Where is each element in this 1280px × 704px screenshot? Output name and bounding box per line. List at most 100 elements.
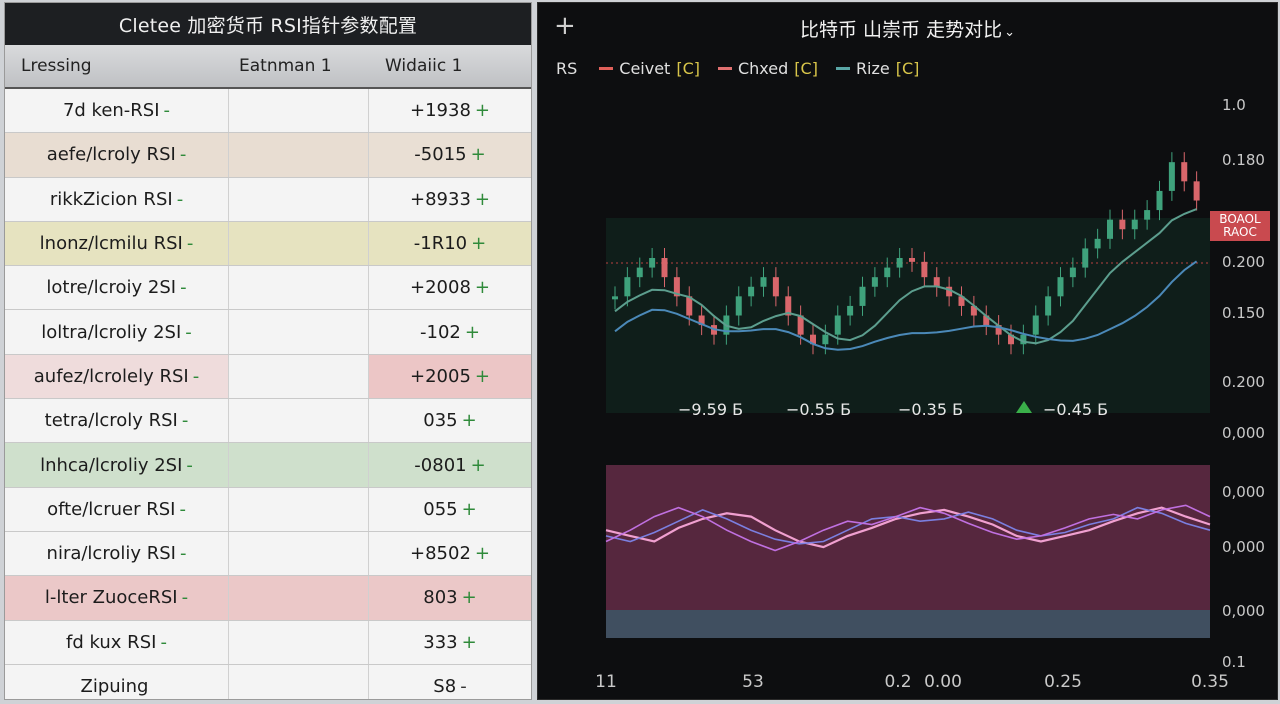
stepper-icon[interactable]: +: [462, 410, 477, 431]
candle-body: [896, 258, 903, 268]
indicator-name: aufez/lcrolely RSI -: [5, 354, 229, 399]
param1-cell[interactable]: [229, 177, 369, 221]
table-row[interactable]: ofte/lcruer RSI - 055 +: [5, 487, 531, 532]
y-tick-label: 0,000: [1222, 602, 1265, 620]
table-row[interactable]: lnonz/lcmilu RSI - -1R10 +: [5, 221, 531, 267]
candle-body: [909, 258, 915, 262]
indicator-name-text: tetra/lcroly RSI: [44, 410, 178, 432]
y-tick-label: 0.1: [1222, 653, 1246, 671]
indicator-name: l-lter ZuoceRSI -: [5, 576, 229, 620]
x-tick-label: 53: [742, 672, 764, 692]
param1-cell[interactable]: [229, 354, 369, 399]
param2-cell[interactable]: S8-: [369, 665, 531, 699]
param1-cell[interactable]: [229, 443, 369, 487]
stepper-icon[interactable]: +: [475, 366, 490, 387]
y-tick-label: 0.200: [1222, 373, 1265, 391]
name-suffix: -: [176, 188, 184, 210]
table-row[interactable]: nira/lcroliy RSI - +8502 +: [5, 531, 531, 577]
param2-cell[interactable]: +1938 +: [369, 89, 531, 132]
name-suffix: -: [180, 277, 187, 299]
candle-body: [1032, 315, 1039, 335]
stepper-icon[interactable]: +: [465, 322, 480, 343]
indicator-name: loltra/lcroliy 2SI -: [5, 310, 229, 354]
candle-body: [735, 296, 742, 316]
stepper-icon[interactable]: +: [475, 543, 490, 564]
stepper-icon[interactable]: +: [471, 455, 486, 476]
column-header-param2[interactable]: Widaiic 1: [375, 56, 531, 76]
stepper-icon[interactable]: +: [471, 144, 486, 165]
param2-cell[interactable]: 055 +: [369, 488, 531, 531]
panel-title: Cletee 加密货币 RSI指针参数配置: [5, 3, 531, 45]
table-row[interactable]: tetra/lcroly RSI - 035 +: [5, 399, 531, 444]
table-row[interactable]: loltra/lcroliy 2SI - -102 +: [5, 310, 531, 355]
price-rsi-chart[interactable]: BOAOLRAOC −9.59 Б −0.55 Б −0.35 Б −0.45 Б 1.0…: [538, 3, 1278, 700]
y-tick-label: 0.150: [1222, 304, 1265, 322]
column-header-param1[interactable]: Eatnman 1: [229, 56, 375, 76]
table-row[interactable]: rikkZicion RSI - +8933 +: [5, 177, 531, 222]
stepper-icon[interactable]: +: [462, 632, 477, 653]
name-suffix: -: [179, 498, 186, 520]
indicator-name: tetra/lcroly RSI -: [5, 399, 229, 443]
param2-cell[interactable]: 803 +: [369, 576, 531, 619]
column-header-name[interactable]: Lressing: [5, 56, 229, 76]
table-row[interactable]: 7d ken-RSI - +1938 +: [5, 89, 531, 134]
stepper-icon[interactable]: +: [475, 100, 490, 121]
table-row[interactable]: aefe/lcroly RSI - -5015 +: [5, 133, 531, 178]
param2-cell[interactable]: -102 +: [369, 310, 531, 353]
indicator-name: nira/lcroliy RSI -: [5, 531, 229, 576]
table-row[interactable]: lnhca/lcroliy 2SI - -0801 +: [5, 443, 531, 488]
param2-value: +1938: [410, 100, 471, 122]
param2-cell[interactable]: -0801 +: [369, 443, 531, 486]
param2-cell[interactable]: -1R10 +: [369, 222, 531, 265]
param1-cell[interactable]: [229, 664, 369, 699]
param2-value: -0801: [414, 454, 467, 476]
y-tick-label: 1.0: [1222, 96, 1246, 114]
table-row[interactable]: lotre/lcroiy 2SI - +2008 +: [5, 266, 531, 311]
stepper-icon[interactable]: +: [462, 499, 477, 520]
candle-body: [661, 258, 668, 278]
param1-cell[interactable]: [229, 531, 369, 576]
stepper-icon[interactable]: +: [475, 189, 490, 210]
param2-cell[interactable]: 035 +: [369, 399, 531, 442]
table-row[interactable]: l-lter ZuoceRSI - 803 +: [5, 576, 531, 621]
param1-cell[interactable]: [229, 487, 369, 531]
y-tick-label: 0,000: [1222, 538, 1265, 556]
stepper-icon[interactable]: +: [462, 587, 477, 608]
param2-cell[interactable]: +8933 +: [369, 178, 531, 221]
indicator-name-text: l-lter ZuoceRSI: [44, 587, 178, 609]
param1-cell[interactable]: [229, 221, 369, 266]
param1-cell[interactable]: [229, 576, 369, 620]
param2-value: S8: [433, 676, 457, 697]
param1-cell[interactable]: [229, 266, 369, 310]
candle-body: [1131, 219, 1138, 230]
price-area-bg: [606, 218, 1210, 413]
param1-cell[interactable]: [229, 310, 369, 354]
param2-value: -1R10: [413, 233, 468, 255]
indicator-name: aefe/lcroly RSI -: [5, 133, 229, 177]
param2-cell[interactable]: +8502 +: [369, 532, 531, 575]
param1-cell[interactable]: [229, 399, 369, 443]
param1-cell[interactable]: [229, 620, 369, 664]
param2-cell[interactable]: +2008 +: [369, 266, 531, 309]
param2-value: 803: [423, 587, 458, 609]
stepper-icon[interactable]: +: [475, 277, 490, 298]
table-row[interactable]: fd kux RSI - 333 +: [5, 620, 531, 665]
candle-body: [1082, 248, 1089, 268]
param1-cell[interactable]: [229, 133, 369, 177]
candle-body: [847, 305, 854, 316]
param2-cell[interactable]: -5015 +: [369, 133, 531, 177]
indicator-name-text: lotre/lcroiy 2SI: [46, 277, 177, 299]
param2-value: 055: [423, 498, 458, 520]
param2-cell[interactable]: +2005 +: [369, 354, 531, 399]
chart-panel: + 比特币 山崇币 走势对比 ⌄ RS Ceivet [C] Chxed [C] Rize…: [537, 2, 1278, 700]
stepper-icon[interactable]: -: [460, 676, 467, 697]
stepper-icon[interactable]: +: [471, 233, 486, 254]
param2-cell[interactable]: 333 +: [369, 621, 531, 664]
candle-body: [612, 296, 618, 300]
param1-cell[interactable]: [229, 89, 369, 133]
name-suffix: -: [179, 144, 187, 166]
indicator-name: lnhca/lcroliy 2SI -: [5, 443, 229, 487]
table-row[interactable]: aufez/lcrolely RSI - +2005 +: [5, 354, 531, 400]
indicator-name-text: aefe/lcroly RSI: [46, 144, 176, 166]
table-row[interactable]: Zipuing S8-: [5, 664, 531, 699]
